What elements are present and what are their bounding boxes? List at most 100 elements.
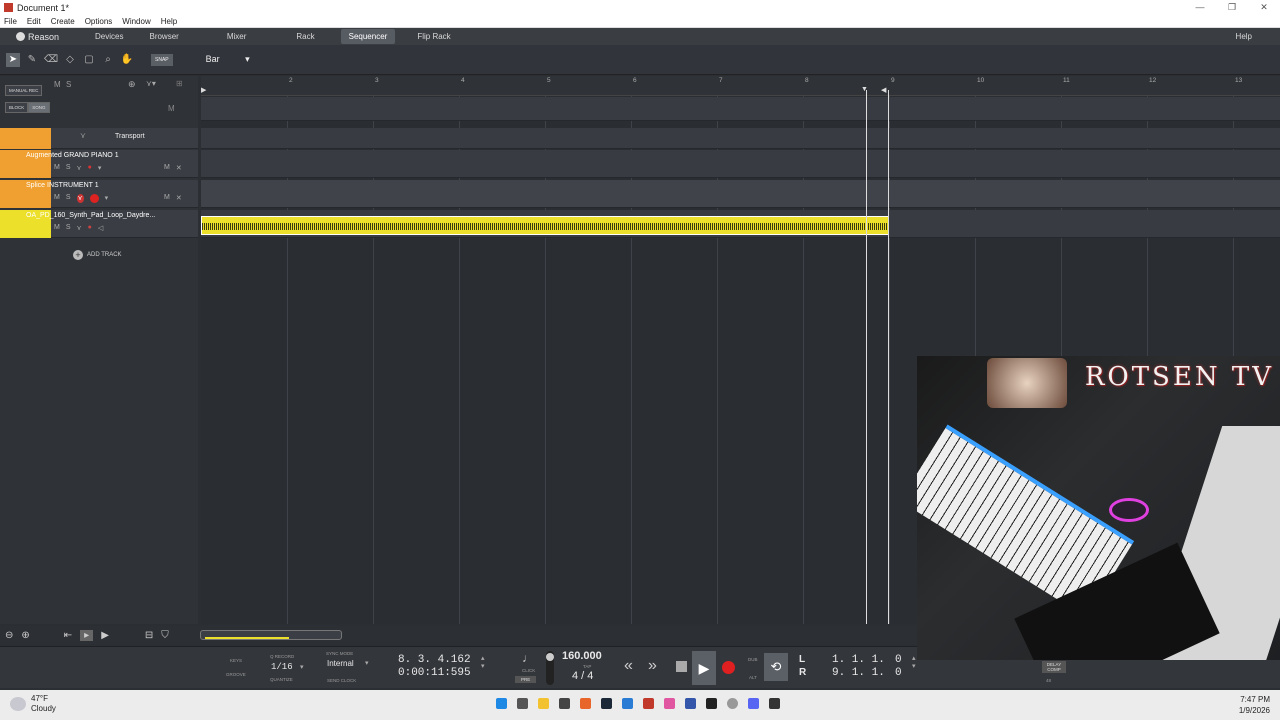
automation-icon[interactable]: ⋎ — [76, 194, 84, 203]
menu-edit[interactable]: Edit — [27, 17, 41, 26]
tab-sequencer[interactable]: Sequencer — [340, 29, 396, 44]
loop-stepper-icon[interactable]: ▴ ▾ — [912, 655, 916, 671]
manual-rec-button[interactable]: MANUAL REC — [5, 85, 43, 96]
delay-comp-value[interactable]: 48 — [1046, 678, 1051, 683]
solo-button[interactable]: S — [66, 194, 71, 203]
position-stepper-icon[interactable]: ▴ ▾ — [481, 655, 485, 671]
track-mute-button[interactable]: M — [164, 194, 170, 202]
click-level-slider[interactable] — [546, 651, 554, 685]
minimize-button[interactable]: — — [1184, 0, 1216, 15]
zoom-out-icon[interactable]: ⊖ — [5, 630, 13, 641]
snap-value-select[interactable]: Bar ▾ — [206, 54, 250, 65]
quantize-value[interactable]: 1/16 — [271, 662, 293, 672]
record-arm-icon[interactable]: ● — [88, 224, 92, 232]
delay-comp-button[interactable]: DELAY COMP — [1042, 661, 1066, 673]
razor-icon[interactable]: ◇ — [63, 53, 77, 67]
reason-app-icon[interactable] — [643, 698, 654, 709]
app-icon[interactable] — [685, 698, 696, 709]
add-icon[interactable]: ⊕ — [128, 79, 136, 90]
photos-icon[interactable] — [664, 698, 675, 709]
groove-label[interactable]: GROOVE — [226, 672, 246, 677]
track-row[interactable]: Splice INSTRUMENT 1 M S ⋎ ▾ M ✕ — [0, 180, 198, 208]
mute-button[interactable]: M — [54, 164, 60, 172]
sync-mode-value[interactable]: Internal — [327, 659, 354, 668]
song-position-time[interactable]: 0:00:11:595 — [398, 667, 471, 679]
timeline-ruler[interactable]: 2 3 4 5 6 7 8 9 10 11 12 13 ▶ ▼ ◀ — [201, 76, 1280, 96]
file-explorer-icon[interactable] — [538, 698, 549, 709]
dub-button[interactable]: DUB — [748, 657, 758, 662]
menu-create[interactable]: Create — [51, 17, 75, 26]
audio-clip[interactable] — [201, 216, 889, 235]
stop-icon[interactable] — [676, 661, 687, 672]
chevron-down-icon[interactable]: ▾ — [105, 194, 109, 203]
loop-end-marker-icon[interactable]: ◀ — [881, 86, 886, 94]
delete-track-icon[interactable]: ✕ — [176, 194, 182, 202]
mute-button[interactable]: M — [54, 224, 60, 232]
play-button[interactable]: ▶ — [692, 651, 716, 685]
transport-track[interactable]: ⋎ Transport — [0, 128, 198, 149]
steam-icon[interactable] — [601, 698, 612, 709]
loop-right-position[interactable]: 9. 1. 1. — [832, 667, 885, 679]
metronome-icon[interactable]: ♩ — [522, 651, 534, 665]
pre-button[interactable]: PRE — [515, 676, 537, 683]
track-lane[interactable] — [201, 180, 1280, 208]
app-icon[interactable] — [559, 698, 570, 709]
song-position-bars[interactable]: 8. 3. 4.162 — [398, 654, 471, 666]
master-solo[interactable]: S — [66, 80, 71, 89]
master-mute[interactable]: M — [54, 80, 61, 89]
menu-options[interactable]: Options — [85, 17, 113, 26]
add-track-button[interactable]: + ADD TRACK — [73, 250, 122, 260]
tempo-value[interactable]: 160.000 — [562, 650, 602, 662]
menu-file[interactable]: File — [4, 17, 17, 26]
track-row[interactable]: OA_PD_160_Synth_Pad_Loop_Daydre... M S ⋎… — [0, 210, 198, 238]
app-icon[interactable] — [769, 698, 780, 709]
eraser-icon[interactable]: ⌫ — [44, 53, 58, 67]
discord-icon[interactable] — [748, 698, 759, 709]
task-view-icon[interactable] — [517, 698, 528, 709]
fast-forward-icon[interactable]: » — [648, 657, 657, 675]
automation-icon[interactable]: ⋎ — [77, 164, 82, 172]
solo-button[interactable]: S — [66, 164, 71, 172]
tab-devices[interactable]: Devices — [87, 29, 131, 44]
store-icon[interactable] — [622, 698, 633, 709]
follow-song-icon[interactable]: ▸ — [80, 629, 94, 641]
click-label[interactable]: CLICK — [522, 668, 535, 673]
block-button[interactable]: BLOCK — [5, 102, 29, 113]
loop-left-tick[interactable]: 0 — [895, 654, 902, 666]
delete-track-icon[interactable]: ✕ — [176, 164, 182, 172]
chevron-down-icon[interactable]: ▾ — [98, 164, 102, 172]
track-mute-button[interactable]: M — [164, 164, 170, 172]
speaker-icon[interactable]: ◁ — [98, 224, 103, 232]
obs-icon[interactable] — [727, 698, 738, 709]
tap-button[interactable]: TAP — [583, 664, 591, 669]
firefox-icon[interactable] — [580, 698, 591, 709]
restore-button[interactable]: ❐ — [1216, 0, 1248, 15]
help-link[interactable]: Help — [1236, 32, 1252, 41]
quantize-label[interactable]: QUANTIZE — [270, 677, 293, 682]
tab-mixer[interactable]: Mixer — [219, 29, 255, 44]
pencil-icon[interactable]: ✎ — [25, 53, 39, 67]
menu-help[interactable]: Help — [161, 17, 177, 26]
song-button[interactable]: SONG — [28, 102, 50, 113]
song-position-line[interactable] — [866, 90, 867, 624]
track-row[interactable]: Augmented GRAND PIANO 1 M S ⋎ ● ▾ M ✕ — [0, 150, 198, 178]
block-mute[interactable]: M — [168, 104, 175, 113]
q-record-label[interactable]: Q RECORD — [270, 654, 294, 659]
marker-icon[interactable]: ⛉ — [161, 630, 169, 641]
weather-widget[interactable]: 47°F Cloudy — [10, 694, 56, 714]
horizontal-scrollbar[interactable] — [200, 630, 342, 640]
loop-toggle-button[interactable]: ⟲ — [764, 653, 788, 681]
menu-window[interactable]: Window — [122, 17, 150, 26]
automation-lane-icon[interactable]: ⋎ — [80, 131, 86, 140]
hand-icon[interactable]: ✋ — [120, 53, 134, 67]
grid-icon[interactable]: ⊞ — [176, 79, 183, 88]
system-clock[interactable]: 7:47 PM 1/9/2026 — [1239, 694, 1270, 716]
automation-icon[interactable]: ⋎ — [77, 224, 82, 232]
send-clock-label[interactable]: SEND CLOCK — [327, 678, 356, 683]
close-button[interactable]: ✕ — [1248, 0, 1280, 15]
mute-tool-icon[interactable]: ▢ — [82, 53, 96, 67]
time-signature[interactable]: 4 / 4 — [572, 670, 593, 682]
fit-view-icon[interactable]: ⊟ — [145, 630, 153, 641]
track-lane[interactable] — [201, 150, 1280, 178]
tab-rack[interactable]: Rack — [288, 29, 322, 44]
